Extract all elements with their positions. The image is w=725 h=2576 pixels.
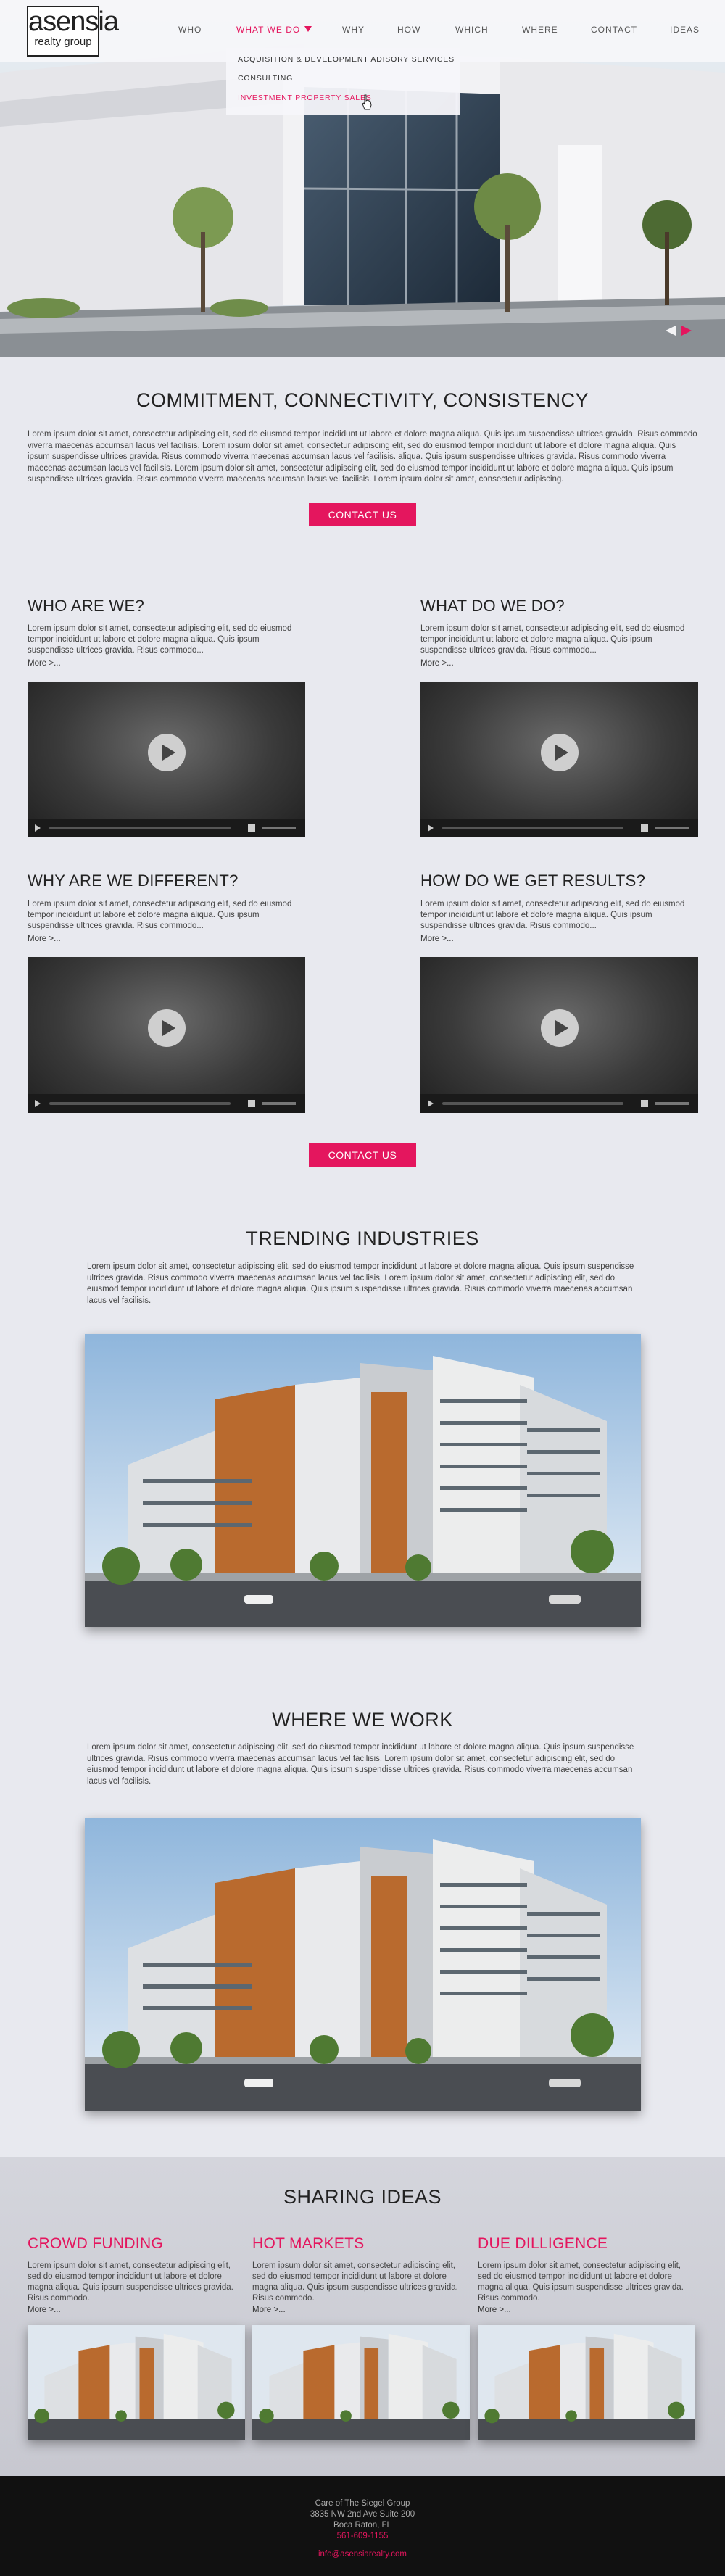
nav-item-who[interactable]: WHO [178, 25, 202, 35]
footer-care-of: Care of The Siegel Group [315, 2499, 410, 2508]
dropdown-item-investment-property-sales[interactable]: INVESTMENT PROPERTY SALES [238, 94, 372, 102]
intro-paragraph: Lorem ipsum dolor sit amet, consectetur … [28, 430, 697, 484]
trending-building-render [85, 1334, 641, 1627]
contact-us-button-2[interactable]: CONTACT US [309, 1143, 416, 1167]
video-player-why[interactable] [28, 957, 305, 1113]
nav-item-contact[interactable]: CONTACT [591, 25, 637, 35]
play-icon[interactable] [541, 1009, 579, 1047]
dropdown-item-consulting[interactable]: CONSULTING [238, 74, 293, 83]
sharing-column-title-crowd-funding[interactable]: CROWD FUNDING [28, 2235, 163, 2253]
volume-icon[interactable] [248, 1100, 255, 1107]
video-title-why: WHY ARE WE DIFFERENT? [28, 871, 239, 890]
volume-slider[interactable] [262, 827, 296, 829]
video-progress-bar[interactable] [49, 827, 231, 829]
play-icon[interactable] [148, 1009, 186, 1047]
video-controls [420, 819, 698, 837]
play-icon[interactable] [148, 734, 186, 771]
play-small-icon[interactable] [428, 1100, 434, 1107]
hand-cursor-icon [362, 94, 372, 110]
video-title-who: WHO ARE WE? [28, 597, 144, 615]
slider-next-icon [682, 326, 692, 336]
dropdown-item-acquisition[interactable]: ACQUISITION & DEVELOPMENT ADISORY SERVIC… [238, 55, 455, 64]
nav-item-how[interactable]: HOW [397, 25, 420, 35]
slider-prev-icon [666, 326, 676, 336]
caret-down-icon [304, 26, 312, 32]
volume-slider[interactable] [655, 1102, 689, 1105]
intro-title: COMMITMENT, CONNECTIVITY, CONSISTENCY [136, 389, 589, 411]
sharing-column-text: Lorem ipsum dolor sit amet, consectetur … [252, 2261, 458, 2303]
building-thumbnail-image [252, 2325, 470, 2440]
sharing-ideas-section: SHARING IDEAS CROWD FUNDING Lorem ipsum … [0, 2157, 725, 2476]
sharing-thumbnail-hot-markets[interactable] [252, 2325, 470, 2440]
volume-icon[interactable] [641, 824, 648, 832]
volume-icon[interactable] [248, 824, 255, 832]
footer-phone-link[interactable]: 561-609-1155 [0, 2532, 725, 2540]
more-link-hot-markets[interactable]: More >... [252, 2306, 286, 2314]
video-player-what[interactable] [420, 682, 698, 837]
footer-email-link[interactable]: info@asensiarealty.com [0, 2550, 725, 2559]
footer-address-line: 3835 NW 2nd Ave Suite 200 [310, 2510, 415, 2519]
where-title: WHERE WE WORK [272, 1709, 453, 1731]
building-thumbnail-image [28, 2325, 245, 2440]
trending-title: TRENDING INDUSTRIES [246, 1227, 479, 1249]
building-thumbnail-image [478, 2325, 695, 2440]
nav-item-what-we-do[interactable]: WHAT WE DO [236, 25, 312, 35]
where-building-render [85, 1818, 641, 2111]
video-text-what: Lorem ipsum dolor sit amet, consectetur … [420, 624, 685, 655]
video-title-what: WHAT DO WE DO? [420, 597, 565, 615]
video-controls [28, 819, 305, 837]
nav-item-ideas[interactable]: IDEAS [670, 25, 700, 35]
video-progress-bar[interactable] [442, 827, 624, 829]
sharing-column-text: Lorem ipsum dolor sit amet, consectetur … [478, 2261, 684, 2303]
building-render-image [85, 1334, 641, 1627]
more-link-what[interactable]: More >... [420, 659, 454, 668]
video-title-how: HOW DO WE GET RESULTS? [420, 871, 646, 890]
video-player-how[interactable] [420, 957, 698, 1113]
video-controls [28, 1094, 305, 1113]
volume-slider[interactable] [655, 827, 689, 829]
more-link-due-dilligence[interactable]: More >... [478, 2306, 511, 2314]
volume-slider[interactable] [262, 1102, 296, 1105]
video-controls [420, 1094, 698, 1113]
volume-icon[interactable] [641, 1100, 648, 1107]
where-paragraph: Lorem ipsum dolor sit amet, consectetur … [87, 1743, 634, 1786]
play-small-icon[interactable] [35, 1100, 41, 1107]
sharing-title: SHARING IDEAS [283, 2186, 442, 2208]
video-text-how: Lorem ipsum dolor sit amet, consectetur … [420, 900, 685, 930]
sharing-thumbnail-crowd-funding[interactable] [28, 2325, 245, 2440]
what-we-do-dropdown: ACQUISITION & DEVELOPMENT ADISORY SERVIC… [226, 48, 460, 115]
page: asensia realty group WHO WHAT WE DO WHY … [0, 0, 725, 2576]
more-link-how[interactable]: More >... [420, 935, 454, 943]
nav-item-which[interactable]: WHICH [455, 25, 489, 35]
main-nav: WHO WHAT WE DO WHY HOW WHICH WHERE CONTA… [0, 25, 725, 39]
trending-paragraph: Lorem ipsum dolor sit amet, consectetur … [87, 1262, 634, 1305]
nav-item-where[interactable]: WHERE [522, 25, 558, 35]
building-render-image [85, 1818, 641, 2111]
video-text-why: Lorem ipsum dolor sit amet, consectetur … [28, 900, 292, 930]
nav-item-why[interactable]: WHY [342, 25, 365, 35]
video-text-who: Lorem ipsum dolor sit amet, consectetur … [28, 624, 292, 655]
contact-us-button[interactable]: CONTACT US [309, 503, 416, 526]
sharing-column-text: Lorem ipsum dolor sit amet, consectetur … [28, 2261, 233, 2303]
play-small-icon[interactable] [428, 824, 434, 832]
more-link-why[interactable]: More >... [28, 935, 61, 943]
play-small-icon[interactable] [35, 824, 41, 832]
video-progress-bar[interactable] [49, 1102, 231, 1105]
sharing-thumbnail-due-dilligence[interactable] [478, 2325, 695, 2440]
nav-item-label: WHAT WE DO [236, 25, 301, 35]
sharing-column-title-hot-markets[interactable]: HOT MARKETS [252, 2235, 365, 2253]
video-player-who[interactable] [28, 682, 305, 837]
more-link-crowd-funding[interactable]: More >... [28, 2306, 61, 2314]
sharing-column-title-due-dilligence[interactable]: DUE DILLIGENCE [478, 2235, 608, 2253]
play-icon[interactable] [541, 734, 579, 771]
footer-city: Boca Raton, FL [334, 2521, 392, 2530]
more-link-who[interactable]: More >... [28, 659, 61, 668]
footer: Care of The Siegel Group 3835 NW 2nd Ave… [0, 2476, 725, 2576]
video-progress-bar[interactable] [442, 1102, 624, 1105]
